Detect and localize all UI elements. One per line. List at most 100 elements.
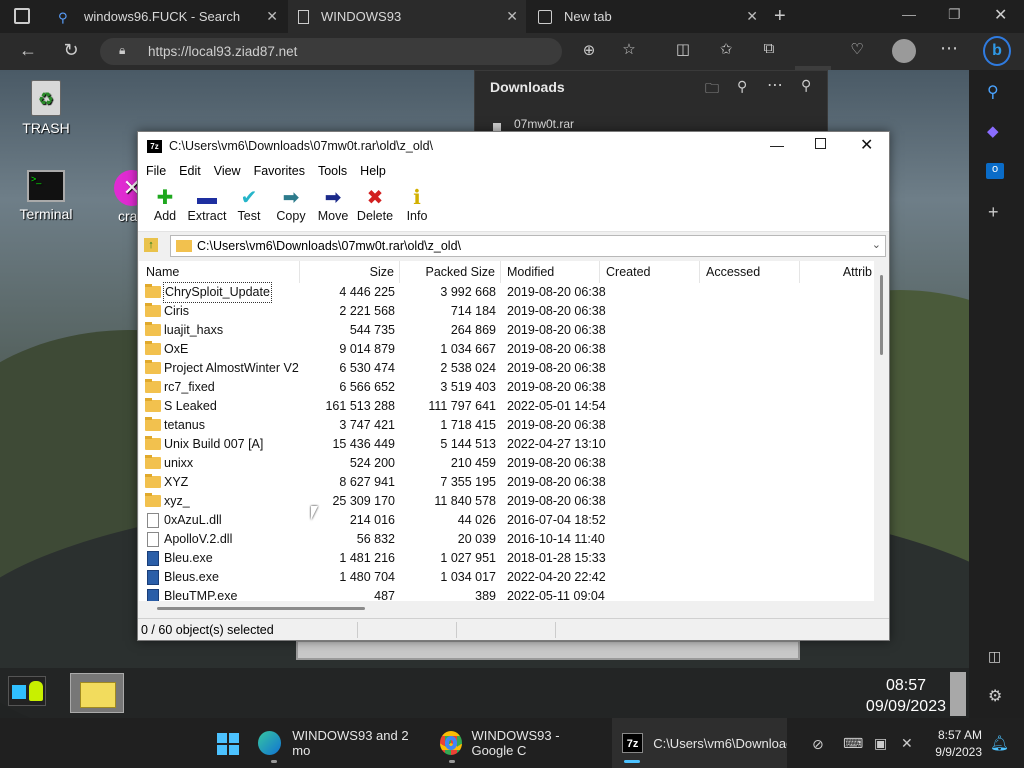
network-off-icon[interactable]: ⊘	[812, 736, 824, 753]
column-modified[interactable]: Modified	[501, 261, 600, 283]
table-row[interactable]: Bleu.exe 1 481 216 1 027 951 2018-01-28 15:…	[139, 549, 874, 568]
menu-tools[interactable]: Tools	[318, 164, 347, 178]
tab-actions-icon[interactable]	[14, 8, 30, 24]
favorite-star-icon[interactable]: ☆	[618, 40, 640, 58]
scroll-thumb[interactable]	[157, 607, 365, 610]
column-created[interactable]: Created	[600, 261, 700, 283]
display-icon[interactable]: ▣	[874, 735, 887, 752]
pin-icon[interactable]: ⚲	[801, 77, 811, 94]
keyboard-icon[interactable]: ⌨	[843, 735, 863, 752]
tab-search[interactable]: ⚲ windows96.FUCK - Search ✕	[48, 0, 286, 33]
file-name: BleuTMP.exe	[164, 589, 238, 601]
menu-favorites[interactable]: Favorites	[254, 164, 305, 178]
performance-icon[interactable]: ♡	[846, 40, 868, 58]
table-row[interactable]: XYZ 8 627 941 7 355 195 2019-08-20 06:38	[139, 473, 874, 492]
chevron-down-icon[interactable]: ⌄	[872, 238, 881, 251]
column-packed-size[interactable]: Packed Size	[400, 261, 501, 283]
minimize-browser-button[interactable]: —	[902, 6, 916, 22]
favorites-icon[interactable]: ✩	[715, 40, 737, 58]
table-row[interactable]: xyz_ 25 309 170 11 840 578 2019-08-20 06:38	[139, 492, 874, 511]
back-icon[interactable]: ←	[17, 40, 39, 61]
move-button[interactable]: ➡ Move	[312, 182, 354, 231]
menu-help[interactable]: Help	[360, 164, 386, 178]
menu-edit[interactable]: Edit	[179, 164, 201, 178]
taskbar-edge[interactable]: WINDOWS93 and 2 mo	[258, 718, 426, 768]
tab-windows93[interactable]: WINDOWS93 ✕	[288, 0, 526, 33]
add-icon[interactable]: +	[988, 202, 999, 223]
close-tab-icon[interactable]: ✕	[266, 8, 278, 25]
copy-button[interactable]: ➡ Copy	[270, 182, 312, 231]
file-size: 1 480 704	[339, 570, 395, 584]
menu-file[interactable]: File	[146, 164, 166, 178]
close-browser-button[interactable]: ✕	[994, 5, 1007, 25]
split-screen-icon[interactable]: ◫	[672, 40, 694, 58]
column-attrib[interactable]: Attrib	[800, 261, 874, 283]
system-date[interactable]: 9/9/2023	[928, 745, 982, 759]
menu-view[interactable]: View	[214, 164, 241, 178]
path-input[interactable]: C:\Users\vm6\Downloads\07mw0t.rar\old\z_…	[170, 235, 886, 257]
new-tab-button[interactable]: +	[774, 5, 786, 28]
volume-muted-icon[interactable]: ✕	[901, 735, 913, 752]
system-time[interactable]: 8:57 AM	[928, 728, 982, 742]
table-row[interactable]: S Leaked 161 513 288 111 797 641 2022-05-01…	[139, 397, 874, 416]
table-row[interactable]: Project AlmostWinter V2 6 530 474 2 538 02…	[139, 359, 874, 378]
taskbar-chrome[interactable]: WINDOWS93 - Google C	[440, 718, 602, 768]
window-titlebar[interactable]: 7z C:\Users\vm6\Downloads\07mw0t.rar\old…	[138, 132, 889, 160]
show-desktop-button[interactable]	[950, 672, 966, 716]
download-item-name[interactable]: 07mw0t.rar	[514, 117, 574, 131]
w93-start-icon[interactable]	[8, 676, 46, 706]
url-bar[interactable]: 🔒︎ https://local93.ziad87.net	[100, 38, 562, 65]
collections-icon[interactable]: ⧉	[758, 40, 780, 57]
gear-icon[interactable]: ⚙	[988, 686, 1002, 706]
folder-taskbar-button[interactable]	[70, 673, 124, 713]
table-row[interactable]: rc7_fixed 6 566 652 3 519 403 2019-08-20 06…	[139, 378, 874, 397]
table-row[interactable]: OxE 9 014 879 1 034 667 2019-08-20 06:38	[139, 340, 874, 359]
close-window-button[interactable]: ✕	[860, 135, 873, 155]
settings-more-icon[interactable]: ⋯	[938, 38, 960, 59]
column-accessed[interactable]: Accessed	[700, 261, 800, 283]
windows-start-icon[interactable]	[217, 733, 239, 755]
refresh-icon[interactable]: ↻	[60, 40, 82, 61]
file-packed-size: 210 459	[450, 456, 496, 470]
column-name[interactable]: Name	[139, 261, 300, 283]
search-icon[interactable]: ⚲	[987, 82, 999, 102]
table-row[interactable]: BleuTMP.exe 487 389 2022-05-11 09:04	[139, 587, 874, 601]
table-row[interactable]: 0xAzuL.dll 214 016 44 026 2016-07-04 18:52	[139, 511, 874, 530]
maximize-button[interactable]	[815, 138, 826, 149]
extract-button[interactable]: ▬ Extract	[186, 182, 228, 231]
copilot-icon[interactable]: ◆	[987, 122, 999, 140]
table-row[interactable]: Bleus.exe 1 480 704 1 034 017 2022-04-20 22…	[139, 568, 874, 587]
table-row[interactable]: Ciris 2 221 568 714 184 2019-08-20 06:38	[139, 302, 874, 321]
table-row[interactable]: ChrySploit_Update 4 446 225 3 992 668 2019-…	[139, 282, 874, 303]
close-tab-icon[interactable]: ✕	[506, 8, 518, 25]
add-button[interactable]: ✚ Add	[144, 182, 186, 231]
close-tab-icon[interactable]: ✕	[746, 8, 758, 25]
column-size[interactable]: Size	[300, 261, 400, 283]
sidebar-toggle-icon[interactable]: ◫	[988, 648, 1001, 665]
vertical-scrollbar[interactable]	[875, 261, 889, 601]
delete-button[interactable]: ✖ Delete	[354, 182, 396, 231]
table-row[interactable]: unixx 524 200 210 459 2019-08-20 06:38	[139, 454, 874, 473]
table-row[interactable]: ApolloV.2.dll 56 832 20 039 2016-10-14 11:4…	[139, 530, 874, 549]
tab-new[interactable]: New tab ✕	[528, 0, 766, 33]
search-downloads-icon[interactable]: ⚲	[737, 78, 747, 95]
zoom-icon[interactable]: ⊕	[578, 41, 600, 59]
notification-bell-icon[interactable]: 🔔︎	[990, 734, 1009, 752]
table-row[interactable]: luajit_haxs 544 735 264 869 2019-08-20 06:3…	[139, 321, 874, 340]
more-options-icon[interactable]: ⋯	[767, 75, 783, 95]
trash-desktop-icon[interactable]: ♻ TRASH	[14, 80, 78, 136]
open-folder-icon[interactable]: 🗀︎	[705, 78, 719, 102]
up-folder-icon[interactable]: ↑	[144, 238, 158, 252]
table-row[interactable]: tetanus 3 747 421 1 718 415 2019-08-20 06:3…	[139, 416, 874, 435]
terminal-desktop-icon[interactable]: >_ Terminal	[12, 170, 80, 222]
table-row[interactable]: Unix Build 007 [A] 15 436 449 5 144 513 202…	[139, 435, 874, 454]
scroll-thumb[interactable]	[880, 275, 883, 355]
bing-copilot-icon[interactable]: b	[983, 36, 1011, 66]
info-button[interactable]: ℹ Info	[396, 182, 438, 231]
test-button[interactable]: ✔ Test	[228, 182, 270, 231]
restore-browser-button[interactable]: ❐	[948, 6, 961, 23]
minimize-button[interactable]: —	[770, 137, 784, 153]
outlook-icon[interactable]: o	[986, 163, 1004, 179]
profile-avatar[interactable]	[892, 39, 916, 63]
horizontal-scrollbar[interactable]	[139, 601, 874, 615]
